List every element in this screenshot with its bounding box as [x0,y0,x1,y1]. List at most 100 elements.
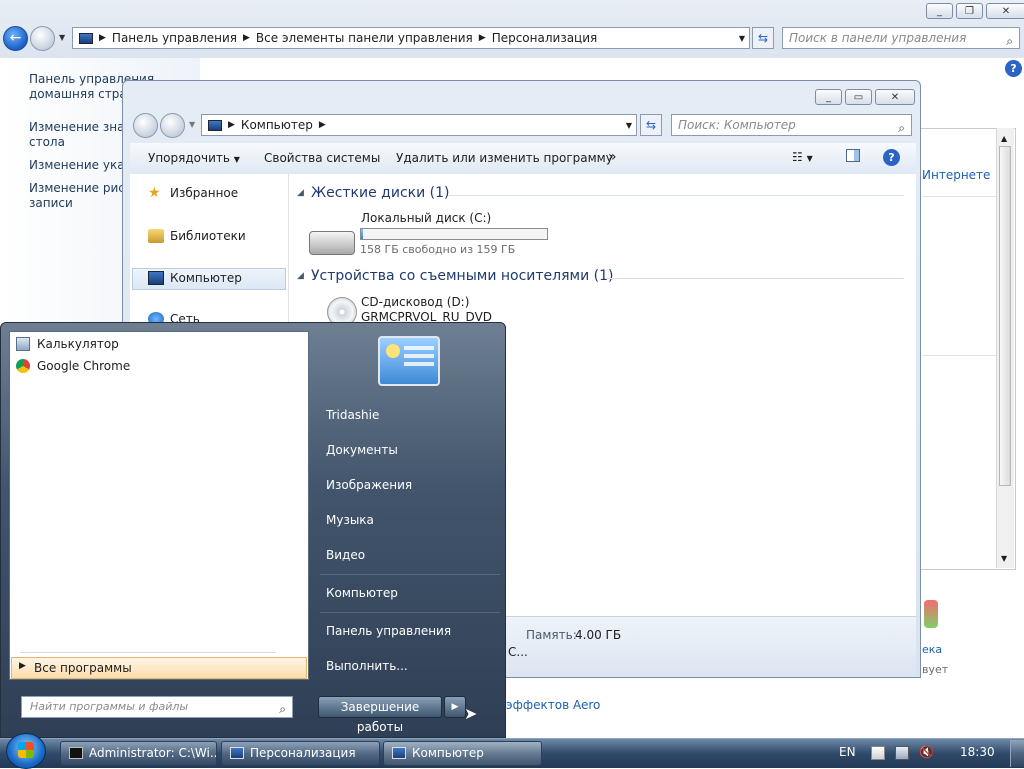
drive-c-usage-fill [361,229,363,239]
control-panel-icon [230,747,244,759]
command-prompt-icon [69,747,83,759]
nav-item-libraries[interactable]: Библиотеки [148,229,246,243]
network-tray-icon[interactable] [895,746,909,760]
drive-c-usage-bar [360,228,548,240]
themes-scrollbar[interactable]: ▲ ▼ [996,128,1014,568]
organize-button[interactable]: Упорядочить ▼ [148,151,240,165]
breadcrumb-item[interactable]: Компьютер [241,118,313,132]
search-icon[interactable]: ⌕ [1006,31,1013,51]
nav-item-favorites[interactable]: ★ Избранное [148,186,238,200]
ease-of-access-icon [924,600,938,628]
control-panel-search-input[interactable]: Поиск в панели управления ⌕ [782,27,1020,49]
control-panel-window-buttons: _ ❐ ✕ [923,3,1024,21]
minimize-button[interactable]: _ [926,3,953,19]
memory-label: Память: [526,628,577,642]
close-button[interactable]: ✕ [986,3,1024,19]
start-item-pictures[interactable]: Изображения [326,478,412,492]
refresh-icon[interactable]: ⇆ [752,27,774,49]
help-icon[interactable]: ? [1005,60,1022,77]
start-item-computer[interactable]: Компьютер [326,586,398,600]
language-indicator[interactable]: EN [839,745,856,759]
chevron-down-icon[interactable]: ▼ [739,34,745,43]
search-icon[interactable]: ⌕ [279,699,286,719]
group-hard-disks[interactable]: Жесткие диски (1) [311,185,449,201]
taskbar-button-computer[interactable]: Компьютер [383,741,542,766]
refresh-icon[interactable]: ⇆ [640,114,662,136]
all-programs-button[interactable]: ▶ Все программы [11,657,307,679]
hard-disk-icon [309,231,355,255]
shutdown-options-button[interactable]: ▶ [444,696,466,718]
shutdown-button[interactable]: Завершение работы [318,696,442,734]
control-panel-icon [79,32,93,44]
taskbar-button-personalization[interactable]: Персонализация [221,741,380,766]
scroll-thumb[interactable] [999,146,1011,486]
breadcrumb-item[interactable]: Все элементы панели управления [256,31,473,45]
control-panel-address-bar[interactable]: ▶ Панель управления ▶ Все элементы панел… [72,27,750,49]
computer-icon [208,119,222,131]
start-menu-search-input[interactable]: Найти программы и файлы ⌕ [21,696,293,718]
clock[interactable]: 18:30 [960,745,995,759]
start-item-music[interactable]: Музыка [326,513,374,527]
breadcrumb-item[interactable]: Панель управления [112,31,237,45]
chevron-down-icon[interactable]: ▼ [626,121,632,130]
program-google-chrome[interactable]: Google Chrome [16,359,130,373]
system-properties-button[interactable]: Свойства системы [264,151,380,165]
start-button[interactable] [6,733,46,769]
more-commands-button[interactable]: » [608,149,617,165]
collapse-group-icon[interactable]: ◢ [297,188,304,198]
close-button[interactable]: ✕ [875,89,915,105]
view-options-icon[interactable]: ☷ ▼ [792,150,813,164]
explorer-command-bar: Упорядочить ▼ Свойства системы Удалить и… [130,143,916,175]
start-item-documents[interactable]: Документы [326,443,398,457]
breadcrumb-item[interactable]: Персонализация [492,31,598,45]
chevron-down-icon: ▼ [233,155,240,164]
program-calculator[interactable]: Калькулятор [16,337,119,351]
volume-muted-icon[interactable]: 🔇 [919,745,934,759]
nav-item-computer[interactable]: Компьютер [148,271,242,285]
sun-icon [386,344,400,358]
restore-button[interactable]: ❐ [956,3,983,19]
start-item-user[interactable]: Tridashie [326,408,379,422]
explorer-address-bar[interactable]: ▶ Компьютер ▶ ▼ [201,114,637,136]
start-item-run[interactable]: Выполнить... [326,659,408,673]
minimize-button[interactable]: _ [815,89,842,105]
user-picture[interactable] [378,336,440,386]
uninstall-program-button[interactable]: Удалить или изменить программу [396,151,613,165]
maximize-button[interactable]: ▭ [845,89,872,105]
drive-c-name[interactable]: Локальный диск (C:) [361,211,491,225]
show-desktop-button[interactable] [1010,740,1024,767]
cpu-fragment: С... [508,645,528,659]
triangle-right-icon: ▶ [451,702,459,712]
triangle-right-icon: ▶ [19,661,26,671]
scroll-down-icon[interactable]: ▼ [1001,554,1007,563]
back-button[interactable]: ← [3,26,28,51]
recent-pages-chevron-icon[interactable]: ▼ [189,120,195,129]
taskbar-button-cmd[interactable]: Administrator: C:\Wi... [60,741,217,766]
search-icon[interactable]: ⌕ [898,118,905,138]
windows-logo-icon [18,742,34,758]
aero-effects-link[interactable]: эффектов Aero [506,698,600,712]
star-icon: ★ [148,185,161,201]
arrow-left-icon: ← [9,30,22,46]
action-center-icon[interactable] [871,746,885,760]
forward-button[interactable] [160,113,185,138]
chrome-icon [16,359,30,373]
drive-d-name[interactable]: CD-дисковод (D:) [361,295,469,309]
internet-themes-link[interactable]: Интернете [922,168,990,182]
partial-text: вует [922,663,949,676]
computer-icon [392,747,406,759]
start-item-videos[interactable]: Видео [326,548,365,562]
group-removable-storage[interactable]: Устройства со съемными носителями (1) [311,268,613,284]
recent-pages-chevron-icon[interactable]: ▼ [59,33,65,42]
scroll-up-icon[interactable]: ▲ [1001,134,1007,143]
explorer-search-input[interactable]: Поиск: Компьютер ⌕ [671,114,912,136]
start-menu-programs-pane: Калькулятор Google Chrome [9,331,309,680]
back-button[interactable] [133,113,158,138]
forward-button[interactable] [30,26,55,51]
collapse-group-icon[interactable]: ◢ [297,271,304,281]
partial-link[interactable]: ека [922,643,942,656]
preview-pane-icon[interactable] [846,149,860,162]
mouse-cursor-icon: ➤ [464,704,478,723]
start-item-control-panel[interactable]: Панель управления [326,624,451,638]
help-button[interactable]: ? [883,149,900,166]
